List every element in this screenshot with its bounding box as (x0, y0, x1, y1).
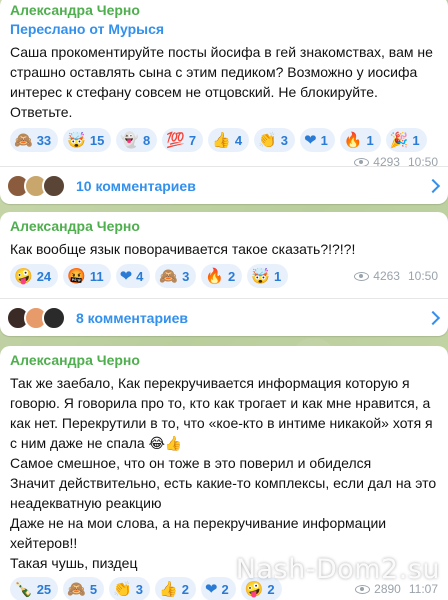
views-icon (354, 271, 370, 281)
comments-count: 10 комментариев (76, 177, 196, 194)
reaction-count: 1 (320, 132, 328, 148)
reaction-count: 8 (143, 132, 151, 148)
reaction-chip[interactable]: ❤ 1 (300, 128, 335, 152)
reaction-count: 1 (273, 268, 282, 284)
reaction-count: 2 (181, 581, 189, 597)
reaction-count: 3 (280, 132, 288, 148)
reaction-icon: 🤬 (67, 266, 86, 285)
reaction-chip[interactable]: 🤬 11 (63, 264, 111, 288)
reaction-chip[interactable]: 🙈 33 (10, 128, 59, 152)
channel-post: Александра Черно Как вообще язык поворач… (0, 212, 448, 336)
reaction-count: 5 (89, 581, 98, 597)
forwarded-from[interactable]: Переслано от Мурыся (10, 21, 438, 38)
reaction-count: 4 (136, 268, 144, 284)
reaction-chip[interactable]: 👏 3 (109, 577, 150, 600)
commenter-avatars (6, 305, 66, 330)
reaction-chip[interactable]: ❤ 2 (200, 577, 236, 600)
site-watermark: Nash-Dom2.su (235, 554, 440, 585)
sender-name[interactable]: Александра Черно (10, 2, 438, 19)
reaction-icon: 💯 (166, 130, 185, 149)
reaction-chip[interactable]: 💯 7 (162, 128, 204, 152)
post-meta: 4263 10:50 (354, 269, 438, 283)
reaction-icon: 🙈 (14, 130, 33, 149)
comments-button[interactable]: 10 комментариев (0, 166, 448, 204)
reaction-count: 33 (36, 132, 52, 148)
commenter-avatars (6, 173, 66, 198)
reaction-chip[interactable]: 👻 8 (116, 128, 158, 152)
reaction-chip[interactable]: 🤯 1 (247, 264, 289, 288)
reaction-icon: 👍 (212, 130, 231, 149)
reactions-row: 🙈 33 🤯 15 👻 8 💯 7 👍 4 👏 3 ❤ 1 🔥 1 🎉 1 (10, 128, 438, 152)
reactions-row: 🤪 24 🤬 11 ❤ 4 🙈 3 🔥 2 🤯 1 4263 10:50 (10, 264, 438, 288)
reaction-icon: 🙈 (159, 266, 179, 285)
reaction-chip[interactable]: 🤪 24 (10, 264, 59, 288)
reaction-icon: 👏 (258, 130, 277, 149)
channel-post: Александра Черно Переслано от Мурыся Саш… (0, 0, 448, 204)
reaction-chip[interactable]: 👍 2 (155, 577, 196, 600)
views-icon (355, 584, 371, 594)
sender-name[interactable]: Александра Черно (10, 352, 438, 369)
reaction-count: 2 (221, 581, 229, 597)
views-count: 4263 (373, 269, 400, 283)
reaction-icon: 🤯 (251, 266, 270, 285)
reaction-icon: 🤪 (14, 266, 33, 285)
reaction-chip[interactable]: 🍾 25 (10, 577, 59, 600)
reaction-count: 1 (366, 132, 374, 148)
chevron-right-icon (425, 178, 441, 193)
reaction-icon: ❤ (119, 266, 133, 285)
avatar (42, 305, 66, 330)
reaction-chip[interactable]: ❤ 4 (115, 264, 151, 288)
reaction-count: 7 (188, 132, 197, 148)
reaction-chip[interactable]: 👍 4 (208, 128, 250, 152)
reaction-count: 11 (89, 268, 104, 284)
reaction-count: 2 (228, 268, 236, 284)
reaction-chip[interactable]: 🔥 2 (201, 264, 243, 288)
reaction-icon: 🍾 (14, 579, 33, 598)
reaction-count: 24 (36, 268, 52, 284)
sender-name[interactable]: Александра Черно (10, 218, 438, 235)
message-text: Так же заебало, Как перекручивается инфо… (10, 375, 437, 571)
reaction-icon: ❤ (304, 130, 317, 149)
reaction-icon: 🎉 (389, 130, 409, 149)
reaction-icon: 🤯 (67, 130, 86, 149)
reaction-count: 3 (135, 581, 143, 597)
reaction-icon: 🔥 (205, 266, 225, 285)
reaction-count: 3 (182, 268, 190, 284)
reaction-icon: 🔥 (343, 130, 363, 149)
chevron-right-icon (425, 310, 441, 325)
avatar (42, 173, 66, 198)
reaction-icon: ❤ (204, 579, 218, 598)
reaction-chip[interactable]: 👏 3 (254, 128, 295, 152)
reaction-count: 25 (36, 581, 52, 597)
reaction-count: 1 (412, 132, 420, 148)
reaction-chip[interactable]: 🎉 1 (385, 128, 427, 152)
comments-button[interactable]: 8 комментариев (0, 298, 448, 336)
reaction-icon: 👏 (113, 579, 132, 598)
message-text: Саша прокоментируйте посты йосифа в гей … (10, 44, 437, 120)
reaction-icon: 🙈 (67, 579, 86, 598)
post-time: 10:50 (407, 269, 438, 283)
reaction-chip[interactable]: 🔥 1 (339, 128, 381, 152)
reaction-chip[interactable]: 🙈 3 (155, 264, 197, 288)
comments-count: 8 комментариев (76, 309, 189, 326)
reaction-icon: 👍 (159, 579, 178, 598)
reaction-chip[interactable]: 🙈 5 (63, 577, 105, 600)
reaction-chip[interactable]: 🤯 15 (63, 128, 112, 152)
reaction-count: 4 (234, 132, 243, 148)
message-text: Как вообще язык поворачивается такое ска… (10, 241, 356, 257)
reaction-count: 15 (89, 132, 105, 148)
reaction-icon: 👻 (120, 130, 139, 149)
